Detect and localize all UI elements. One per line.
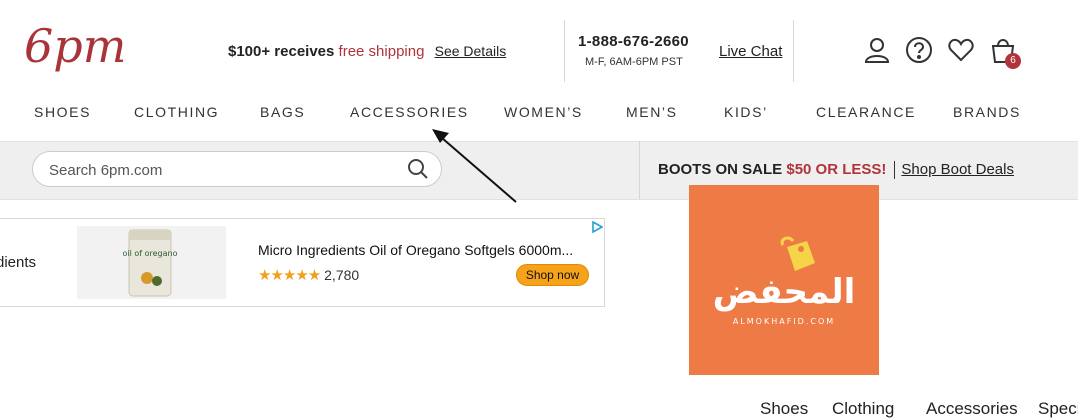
star-rating-icon: ★★★★★ bbox=[258, 267, 321, 284]
promo-text: BOOTS ON SALE bbox=[658, 161, 783, 178]
logo-arabic-text: المحفض bbox=[713, 272, 856, 312]
nav-item-clothing[interactable]: CLOTHING bbox=[134, 104, 219, 120]
adchoices-icon[interactable] bbox=[591, 220, 604, 234]
nav-item-mens[interactable]: MEN’S bbox=[626, 104, 678, 120]
shop-now-button[interactable]: Shop now bbox=[516, 264, 589, 286]
promo-banner: BOOTS ON SALE $50 OR LESS! Shop Boot Deal… bbox=[658, 161, 1014, 180]
almokhafid-logo: المحفض ALMOKHAFID.COM bbox=[689, 185, 879, 375]
shop-boot-deals-link[interactable]: Shop Boot Deals bbox=[901, 161, 1014, 178]
main-nav: SHOES CLOTHING BAGS ACCESSORIES WOMEN’S … bbox=[0, 104, 1078, 128]
heart-icon[interactable] bbox=[947, 36, 975, 64]
header-divider bbox=[564, 20, 565, 82]
free-shipping-text: free shipping bbox=[338, 43, 425, 60]
promo-separator bbox=[894, 161, 896, 180]
nav-item-bags[interactable]: BAGS bbox=[260, 104, 305, 120]
help-icon[interactable] bbox=[905, 36, 933, 64]
nav-item-accessories[interactable]: ACCESSORIES bbox=[350, 104, 469, 120]
search-box bbox=[32, 151, 442, 187]
promo-divider bbox=[639, 141, 640, 199]
ad-brand-name: dients bbox=[0, 254, 37, 271]
nav-item-brands[interactable]: BRANDS bbox=[953, 104, 1021, 120]
see-details-link[interactable]: See Details bbox=[435, 43, 507, 59]
shipping-banner: $100+ receives free shipping See Details bbox=[228, 43, 506, 60]
ad-product-image[interactable]: oil of oregano bbox=[77, 226, 226, 299]
header-divider bbox=[793, 20, 794, 82]
account-icon[interactable] bbox=[863, 36, 891, 64]
cart-count-badge: 6 bbox=[1005, 53, 1021, 69]
logo-latin-text: ALMOKHAFID.COM bbox=[733, 317, 835, 326]
ad-product-label: oil of oregano bbox=[122, 249, 177, 258]
promo-highlight: $50 OR LESS! bbox=[786, 161, 887, 178]
phone-number[interactable]: 1-888-676-2660 bbox=[578, 33, 689, 50]
nav-item-womens[interactable]: WOMEN’S bbox=[504, 104, 583, 120]
footer-link-special[interactable]: Speci bbox=[1038, 399, 1078, 419]
ad-title[interactable]: Micro Ingredients Oil of Oregano Softgel… bbox=[258, 242, 573, 258]
live-chat-link[interactable]: Live Chat bbox=[719, 43, 782, 60]
footer-link-shoes[interactable]: Shoes bbox=[760, 399, 808, 419]
search-input[interactable] bbox=[47, 159, 391, 181]
nav-item-clearance[interactable]: CLEARANCE bbox=[816, 104, 916, 120]
footer-link-accessories[interactable]: Accessories bbox=[926, 399, 1018, 419]
shipping-prefix: $100+ receives bbox=[228, 43, 335, 60]
brand-logo[interactable]: 6pm bbox=[24, 14, 128, 84]
logo-text: 6pm bbox=[24, 19, 126, 73]
footer-link-clothing[interactable]: Clothing bbox=[832, 399, 894, 419]
support-hours: M-F, 6AM-6PM PST bbox=[585, 56, 683, 68]
nav-item-kids[interactable]: KIDS’ bbox=[724, 104, 768, 120]
search-icon[interactable] bbox=[407, 158, 429, 180]
ad-review-count: 2,780 bbox=[324, 267, 360, 283]
nav-item-shoes[interactable]: SHOES bbox=[34, 104, 91, 120]
ad-rating: ★★★★★ 2,780 bbox=[258, 266, 359, 284]
